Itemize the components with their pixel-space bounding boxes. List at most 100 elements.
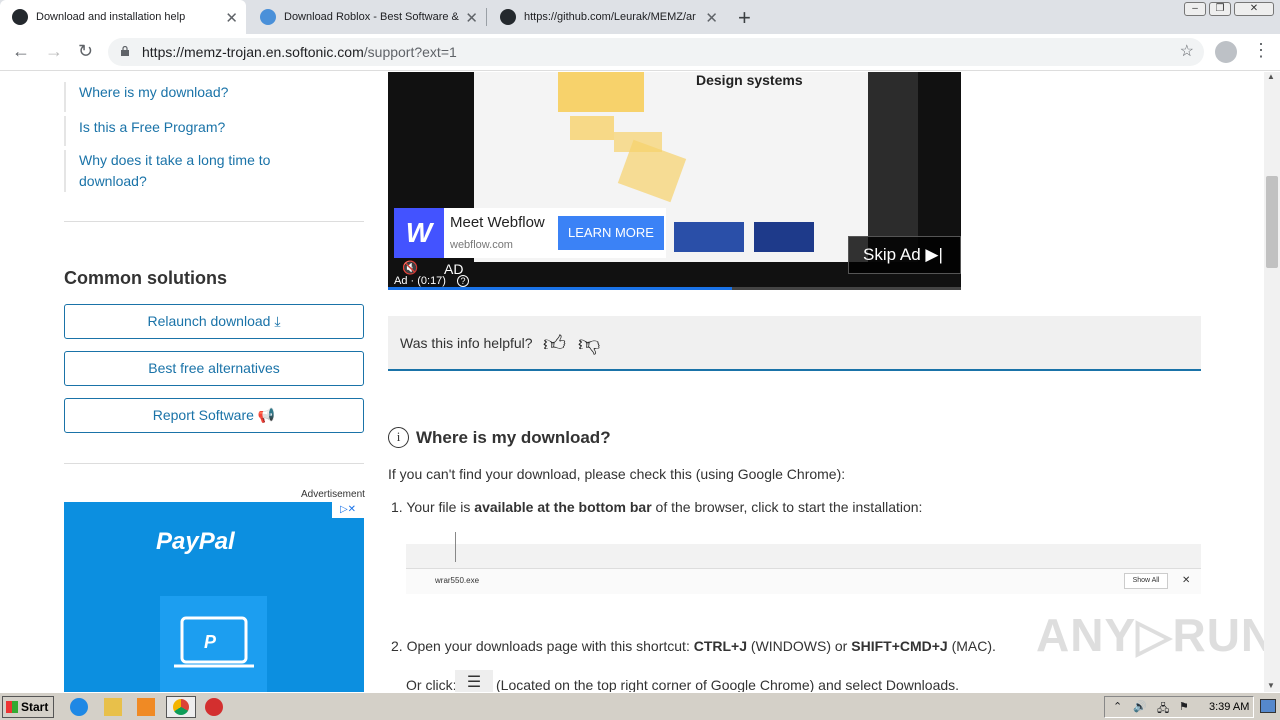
github-icon <box>500 9 516 25</box>
menu-kebab-icon[interactable]: ⋮ <box>1252 40 1270 61</box>
lock-icon <box>121 46 129 56</box>
scrollbar-thumb[interactable] <box>1266 176 1278 268</box>
ad-progress-bar[interactable] <box>388 287 961 290</box>
address-bar[interactable]: https://memz-trojan.en.softonic.com/supp… <box>108 38 1204 66</box>
step1-pre: 1. Your file is <box>391 499 475 515</box>
webflow-ad-overlay[interactable]: W Meet Webflow webflow.com LEARN MORE <box>394 208 666 258</box>
step1-bold: available at the bottom bar <box>474 499 652 515</box>
sidebar-link-long-time-cont[interactable]: download? <box>79 171 147 192</box>
skip-ad-label: Skip Ad <box>863 245 921 264</box>
ie-icon[interactable] <box>70 698 88 716</box>
softonic-icon <box>260 9 276 25</box>
design-thumb <box>674 222 744 252</box>
page-scrollbar[interactable]: ▲ ▼ <box>1264 72 1280 692</box>
article-step-1: 1. Your file is available at the bottom … <box>391 499 922 515</box>
mute-icon[interactable]: 🔇 <box>402 260 418 276</box>
article-heading: Where is my download? <box>416 428 611 447</box>
thumbs-down-icon[interactable]: 👎︎ <box>578 330 600 357</box>
article-step-2b-pre: Or click: <box>406 677 457 692</box>
info-icon: i <box>388 427 409 448</box>
helpful-question: Was this info helpful? <box>400 335 533 351</box>
best-alternatives-button[interactable]: Best free alternatives <box>64 351 364 386</box>
clock: 3:39 AM <box>1209 701 1250 713</box>
step1-post: of the browser, click to start the insta… <box>651 499 923 515</box>
start-button[interactable]: Start <box>2 696 54 718</box>
help-icon[interactable]: ? <box>457 275 469 287</box>
download-icon: ⤓ <box>274 313 281 329</box>
media-player-icon[interactable] <box>137 698 155 716</box>
close-tab-icon[interactable]: ✕ <box>705 9 718 27</box>
tab-github[interactable]: https://github.com/Leurak/MEMZ/ar ✕ <box>488 0 726 34</box>
ad-advertiser: Meet Webflow <box>450 214 545 231</box>
network-icon[interactable]: 🖧 <box>1157 700 1169 719</box>
sidebar-link-long-time[interactable]: Why does it take a long time to <box>79 150 270 171</box>
alternatives-label: Best free alternatives <box>148 360 280 376</box>
forward-icon[interactable]: → <box>45 41 63 62</box>
windows-logo-icon <box>6 701 18 713</box>
new-tab-button[interactable]: + <box>738 5 751 31</box>
tab-title: Download Roblox - Best Software & <box>284 11 459 23</box>
tab-roblox[interactable]: Download Roblox - Best Software & ✕ <box>248 0 487 34</box>
divider <box>64 463 364 464</box>
step2-key-mac: SHIFT+CMD+J <box>851 638 948 654</box>
tab-separator <box>486 8 487 26</box>
browser-toolbar: ← → ↻ https://memz-trojan.en.softonic.co… <box>0 34 1280 71</box>
adchoices-icon[interactable]: ▷✕ <box>332 502 364 518</box>
article-intro: If you can't find your download, please … <box>388 466 846 482</box>
close-tab-icon[interactable]: ✕ <box>225 9 238 27</box>
video-ad-player[interactable]: Design systems W Meet Webflow webflow.co… <box>388 72 961 290</box>
close-window-button[interactable]: ✕ <box>1234 2 1274 16</box>
download-strip <box>406 568 1201 594</box>
volume-icon[interactable]: 🔊 <box>1133 700 1147 713</box>
design-card <box>570 116 614 140</box>
step2-key-windows: CTRL+J <box>693 638 748 654</box>
explorer-folder-icon[interactable] <box>104 698 122 716</box>
chrome-taskbar-button[interactable] <box>166 696 196 718</box>
reload-icon[interactable]: ↻ <box>78 41 93 62</box>
maximize-button[interactable]: ❐ <box>1209 2 1231 16</box>
back-icon[interactable]: ← <box>12 41 30 62</box>
minimize-button[interactable]: – <box>1184 2 1206 16</box>
bookmark-star-icon[interactable]: ☆ <box>1180 38 1194 66</box>
sidebar-indicator <box>64 116 66 146</box>
scroll-down-icon[interactable]: ▼ <box>1267 681 1275 690</box>
paypal-ad[interactable]: ▷✕ PayPal P <box>64 502 364 692</box>
malware-icon[interactable] <box>205 698 223 716</box>
tab-download-help[interactable]: Download and installation help ✕ <box>0 0 246 34</box>
ad-url: webflow.com <box>450 239 513 251</box>
tray-arrow-icon[interactable]: ⌃ <box>1113 700 1122 713</box>
step2-pre: 2. Open your downloads page with this sh… <box>391 638 694 654</box>
relaunch-label: Relaunch download <box>147 313 271 329</box>
profile-avatar[interactable] <box>1215 41 1237 63</box>
sidebar-link-where-download[interactable]: Where is my download? <box>79 82 228 103</box>
step2-mid: (WINDOWS) or <box>747 638 852 654</box>
thumbs-up-icon[interactable]: 👍︎ <box>543 330 566 357</box>
article-step-2: 2. Open your downloads page with this sh… <box>391 638 996 654</box>
webflow-logo-icon: W <box>394 208 444 258</box>
scroll-up-icon[interactable]: ▲ <box>1267 72 1275 81</box>
helpful-box: Was this info helpful? 👍︎ 👎︎ <box>388 316 1201 371</box>
address-path: /support?ext=1 <box>363 44 457 60</box>
sidebar-indicator <box>64 150 66 192</box>
relaunch-download-button[interactable]: Relaunch download ⤓ <box>64 304 364 339</box>
sidebar-indicator <box>64 82 66 112</box>
close-icon: ✕ <box>1182 575 1191 586</box>
skip-next-icon: ▶| <box>925 245 943 264</box>
divider <box>64 221 364 222</box>
design-card <box>558 72 644 112</box>
learn-more-button[interactable]: LEARN MORE <box>558 216 664 250</box>
download-file-name: wrar550.exe <box>435 576 480 585</box>
skip-ad-button[interactable]: Skip Ad ▶| <box>848 236 961 274</box>
design-thumb <box>754 222 814 252</box>
report-software-button[interactable]: Report Software 📢 <box>64 398 364 433</box>
close-tab-icon[interactable]: ✕ <box>465 9 478 27</box>
article-step-2b-post: (Located on the top right corner of Goog… <box>496 677 960 692</box>
show-desktop-icon[interactable] <box>1260 699 1276 713</box>
advertisement-label: Advertisement <box>301 489 365 500</box>
start-label: Start <box>21 700 49 714</box>
browser-chrome: Download and installation help ✕ Downloa… <box>0 0 1280 72</box>
flag-icon[interactable]: ⚑ <box>1179 700 1189 713</box>
sidebar-link-free-program[interactable]: Is this a Free Program? <box>79 117 225 138</box>
system-tray: ⌃ 🔊 🖧 ⚑ 3:39 AM <box>1104 696 1254 718</box>
anyrun-watermark: ANY▷RUN <box>1036 609 1264 661</box>
